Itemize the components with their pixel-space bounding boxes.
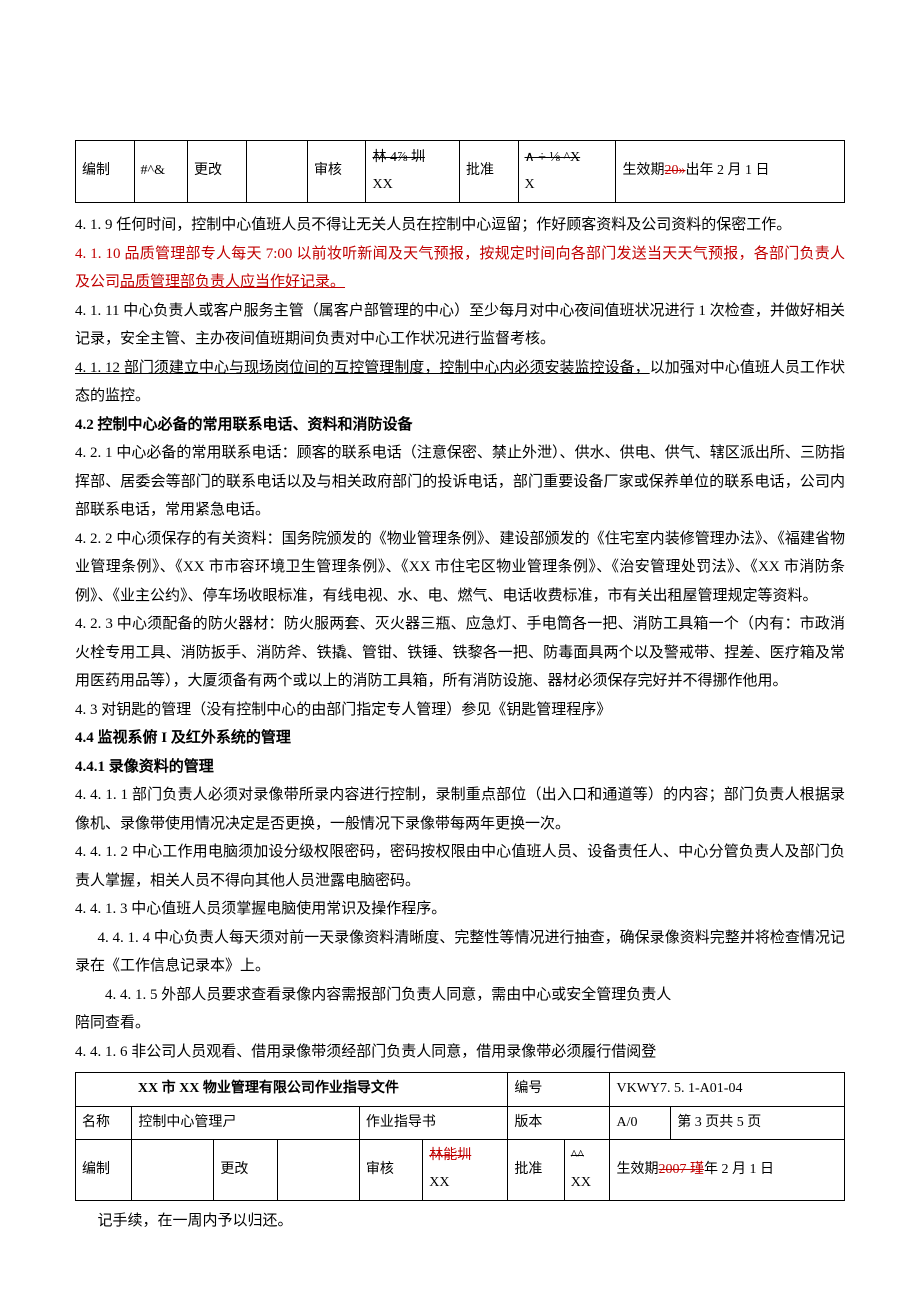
ft-name-label: 名称 xyxy=(76,1106,132,1140)
page-header-table: 编制 #^& 更改 审核 林 4⅞ 圳 XX 批准 ∧ ÷ ⅛ ^X X 生效期… xyxy=(75,140,845,203)
hdr-bianzhi-label: 编制 xyxy=(76,141,135,203)
hdr-pizhun-x: X xyxy=(525,177,535,192)
ft-date-label: 生效期 xyxy=(616,1162,658,1177)
ft-genggai-val xyxy=(277,1140,359,1200)
ft-shenhe-label: 审核 xyxy=(359,1140,422,1200)
ft-bianzhi-val xyxy=(132,1140,214,1200)
ft-date-strike: 2007 瑾 xyxy=(658,1162,704,1177)
hdr-date: 生效期20»出年 2 月 1 日 xyxy=(616,141,845,203)
hdr-pizhun-val: ∧ ÷ ⅛ ^X X xyxy=(518,141,616,203)
hdr-genggai-label: 更改 xyxy=(188,141,247,203)
ft-pizhun-val: ^^ XX xyxy=(564,1140,610,1200)
ft-bianzhi-label: 编制 xyxy=(76,1140,132,1200)
ft-blank xyxy=(76,1073,132,1107)
para-4-1-11: 4. 1. 11 中心负责人或客户服务主管（属客户部管理的中心）至少每月对中心夜… xyxy=(75,297,845,354)
para-tail: 记手续，在一周内予以归还。 xyxy=(75,1207,845,1236)
heading-4-4: 4.4 监视系俯 I 及红外系统的管理 xyxy=(75,724,845,753)
para-4-3: 4. 3 对钥匙的管理（没有控制中心的由部门指定专人管理）参见《钥匙管理程序》 xyxy=(75,696,845,725)
page-footer-table: XX 市 XX 物业管理有限公司作业指导文件 编号 VKWY7. 5. 1-A0… xyxy=(75,1072,845,1200)
ft-shenhe-xx: XX xyxy=(429,1175,449,1190)
ft-page-num: 第 3 页共 5 页 xyxy=(671,1106,845,1140)
para-4-1-10: 4. 1. 10 品质管理部专人每天 7:00 以前妆听新闻及天气预报，按规定时… xyxy=(75,240,845,297)
para-4-4-1-5a: 4. 4. 1. 5 外部人员要求查看录像内容需报部门负责人同意，需由中心或安全… xyxy=(75,981,845,1010)
ft-version-val: A/0 xyxy=(610,1106,671,1140)
para-4-2-2: 4. 2. 2 中心须保存的有关资料：国务院颁发的《物业管理条例》、建设部颁发的… xyxy=(75,525,845,611)
ft-date-rest: 年 2 月 1 日 xyxy=(704,1162,774,1177)
hdr-date-text: 出年 2 月 1 日 xyxy=(685,163,769,178)
hdr-pizhun-label: 批准 xyxy=(459,141,518,203)
ft-bianhao-val: VKWY7. 5. 1-A01-04 xyxy=(610,1073,845,1107)
hdr-date-strike: 20» xyxy=(664,163,685,178)
hdr-shenhe-val: 林 4⅞ 圳 XX xyxy=(366,141,460,203)
para-4-4-1-4: 4. 4. 1. 4 中心负责人每天须对前一天录像资料清晰度、完整性等情况进行抽… xyxy=(75,924,845,981)
ft-pizhun-label: 批准 xyxy=(508,1140,564,1200)
hdr-pizhun-strike: ∧ ÷ ⅛ ^X xyxy=(525,150,581,165)
para-4-2-3: 4. 2. 3 中心须配备的防火器材：防火服两套、灭火器三瓶、应急灯、手电筒各一… xyxy=(75,610,845,696)
para-4-4-1-6: 4. 4. 1. 6 非公司人员观看、借用录像带须经部门负责人同意，借用录像带必… xyxy=(75,1038,845,1067)
para-4-2-1: 4. 2. 1 中心必备的常用联系电话：顾客的联系电话（注意保密、禁止外泄）、供… xyxy=(75,439,845,525)
ft-date: 生效期2007 瑾年 2 月 1 日 xyxy=(610,1140,845,1200)
hdr-shenhe-strike: 林 4⅞ 圳 xyxy=(372,150,425,165)
ft-name-val1: 控制中心管理ㄕ xyxy=(132,1106,359,1140)
hdr-date-label: 生效期 xyxy=(622,163,664,178)
para-4-1-12: 4. 1. 12 部门须建立中心与现场岗位间的互控管理制度，控制中心内必须安装监… xyxy=(75,354,845,411)
ft-genggai-label: 更改 xyxy=(214,1140,277,1200)
para-4-1-9: 4. 1. 9 任何时间，控制中心值班人员不得让无关人员在控制中心逗留；作好顾客… xyxy=(75,211,845,240)
para-4-4-1-1: 4. 4. 1. 1 部门负责人必须对录像带所录内容进行控制，录制重点部位（出入… xyxy=(75,781,845,838)
ft-shenhe-val: 林能圳 XX xyxy=(423,1140,508,1200)
hdr-shenhe-xx: XX xyxy=(372,177,392,192)
para-4-4-1-5b: 陪同查看。 xyxy=(75,1009,845,1038)
para-4-1-12-underline: 4. 1. 12 部门须建立中心与现场岗位间的互控管理制度，控制中心内必须安装监… xyxy=(75,360,650,376)
hdr-bianzhi-val: #^& xyxy=(134,141,187,203)
para-4-4-1-2: 4. 4. 1. 2 中心工作用电脑须加设分级权限密码，密码按权限由中心值班人员… xyxy=(75,838,845,895)
hdr-genggai-val xyxy=(246,141,307,203)
ft-title: XX 市 XX 物业管理有限公司作业指导文件 xyxy=(132,1073,508,1107)
ft-pizhun-strike: ^^ xyxy=(571,1148,584,1163)
ft-pizhun-xx: XX xyxy=(571,1175,591,1190)
ft-name-val2: 作业指导书 xyxy=(359,1106,508,1140)
para-4-4-1-3: 4. 4. 1. 3 中心值班人员须掌握电脑使用常识及操作程序。 xyxy=(75,895,845,924)
heading-4-4-1: 4.4.1 录像资料的管理 xyxy=(75,753,845,782)
heading-4-2: 4.2 控制中心必备的常用联系电话、资料和消防设备 xyxy=(75,411,845,440)
hdr-shenhe-label: 审核 xyxy=(307,141,366,203)
ft-shenhe-strike: 林能圳 xyxy=(429,1148,471,1163)
ft-bianhao-label: 编号 xyxy=(508,1073,610,1107)
ft-version-label: 版本 xyxy=(508,1106,610,1140)
